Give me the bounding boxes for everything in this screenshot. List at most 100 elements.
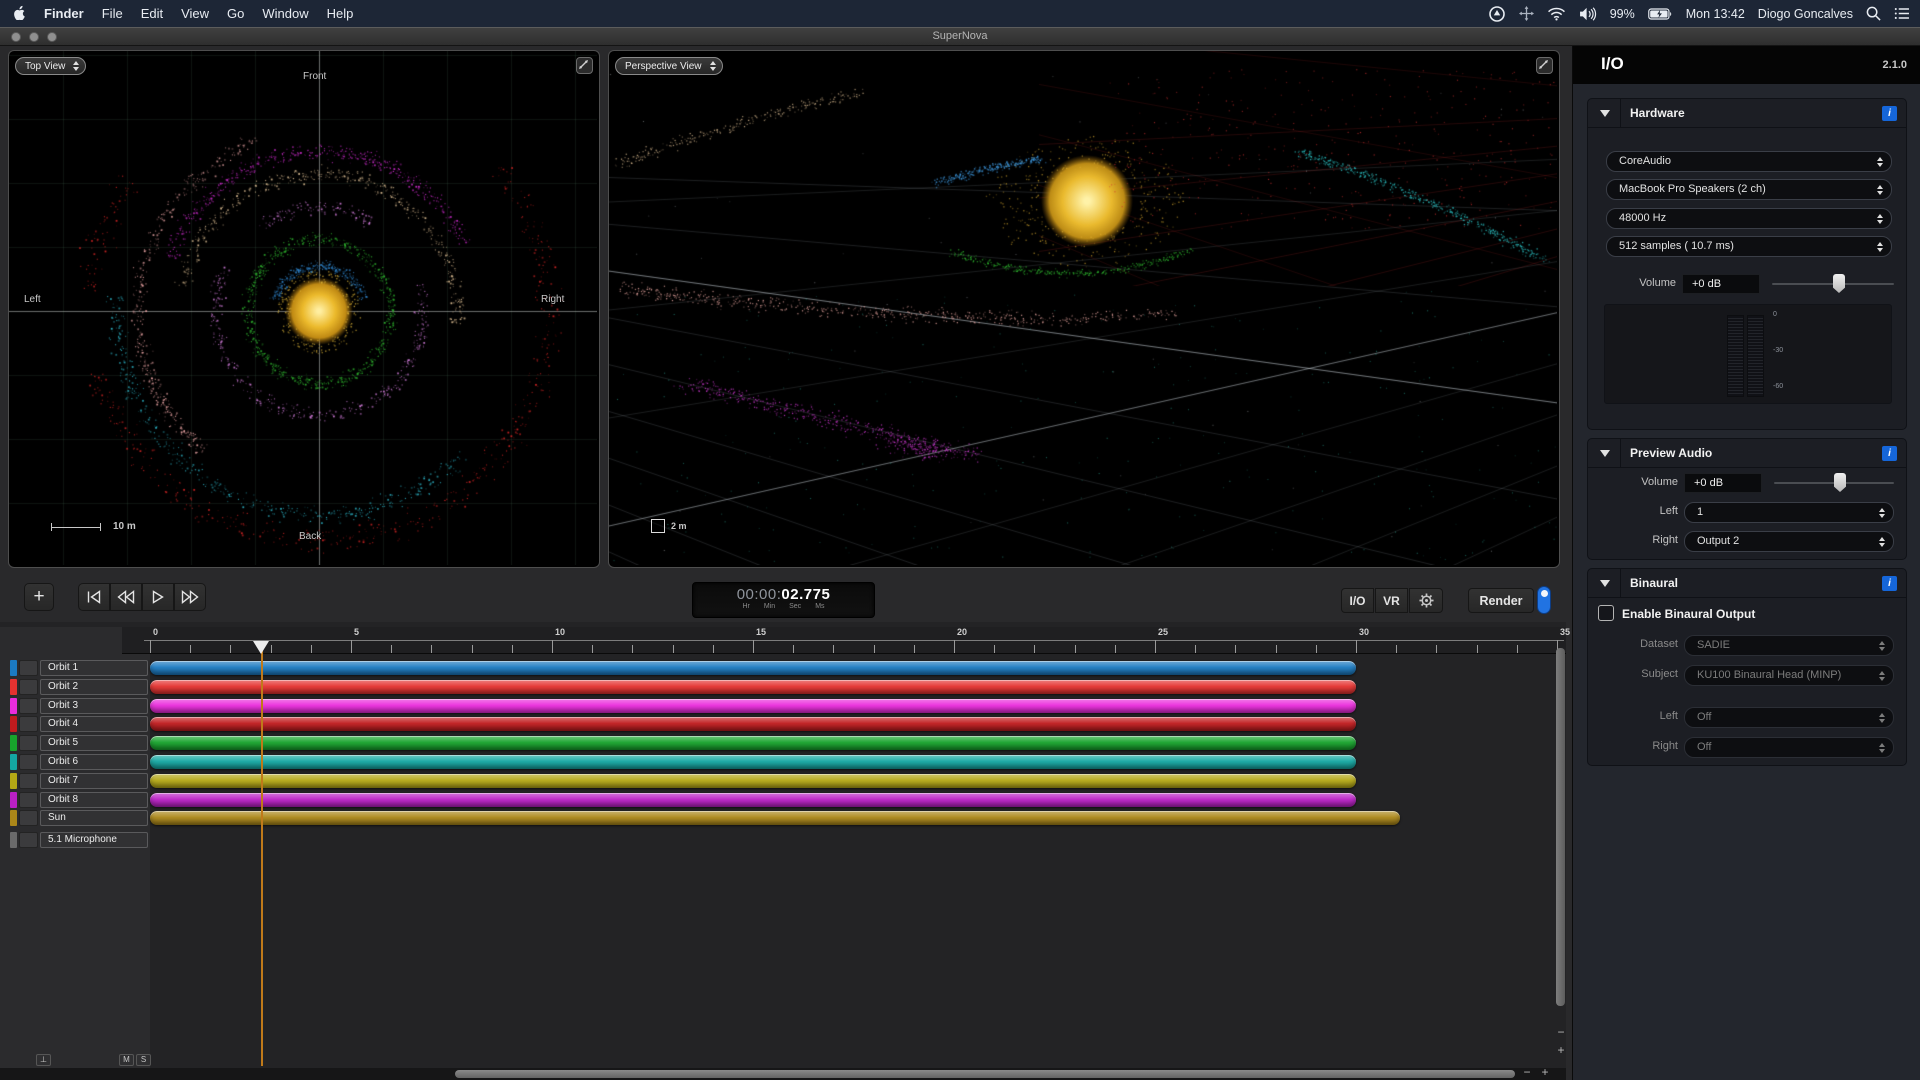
track-clip-bar[interactable] xyxy=(150,811,1400,825)
bn-right-select[interactable]: Off xyxy=(1684,737,1894,758)
top-view-mode-select[interactable]: Top View xyxy=(15,57,86,75)
binaural-section-header[interactable]: Binaural i xyxy=(1588,569,1906,598)
track-name[interactable]: Orbit 5 xyxy=(40,735,148,751)
track-clip-bar[interactable] xyxy=(150,793,1356,807)
skip-start-button[interactable] xyxy=(78,583,110,611)
menu-item-window[interactable]: Window xyxy=(253,6,317,21)
track-options-button[interactable] xyxy=(19,735,38,751)
fast-forward-button[interactable] xyxy=(174,583,206,611)
track-clip-bar[interactable] xyxy=(150,736,1356,750)
playhead-marker[interactable] xyxy=(253,641,269,654)
disclosure-triangle-icon[interactable] xyxy=(1600,110,1610,117)
expand-icon[interactable] xyxy=(1536,57,1553,74)
buffer-size-select[interactable]: 512 samples ( 10.7 ms) xyxy=(1606,236,1892,257)
track-name[interactable]: Orbit 7 xyxy=(40,773,148,789)
menu-item-go[interactable]: Go xyxy=(218,6,253,21)
track-options-button[interactable] xyxy=(19,810,38,826)
hw-volume-slider-thumb[interactable] xyxy=(1833,274,1845,293)
menu-user[interactable]: Diogo Goncalves xyxy=(1758,7,1853,21)
perspective-view-mode-select[interactable]: Perspective View xyxy=(615,57,723,75)
track-options-button[interactable] xyxy=(19,832,38,848)
io-panel-button[interactable]: I/O xyxy=(1341,588,1374,613)
zoom-in-horizontal-button[interactable]: + xyxy=(1538,1066,1552,1080)
top-viewport[interactable]: Top View Front Back Left Right 10 m xyxy=(8,50,600,568)
pv-volume-slider-thumb[interactable] xyxy=(1834,473,1846,492)
window-title-bar[interactable]: SuperNova xyxy=(0,27,1920,46)
menu-clock[interactable]: Mon 13:42 xyxy=(1686,7,1745,21)
perspective-view-canvas[interactable] xyxy=(609,51,1557,565)
track-name[interactable]: Orbit 3 xyxy=(40,698,148,714)
apple-menu[interactable] xyxy=(0,5,35,23)
dataset-select[interactable]: SADIE xyxy=(1684,635,1894,656)
vr-button[interactable]: VR xyxy=(1375,588,1408,613)
render-toggle[interactable] xyxy=(1537,586,1551,614)
settings-button[interactable] xyxy=(1409,588,1443,613)
track-name[interactable]: Sun xyxy=(40,810,148,826)
mute-button[interactable]: M xyxy=(119,1054,134,1066)
zoom-in-vertical-button[interactable]: + xyxy=(1554,1044,1568,1058)
menu-item-file[interactable]: File xyxy=(93,6,132,21)
horizontal-scrollbar-thumb[interactable] xyxy=(455,1070,1515,1078)
disclosure-triangle-icon[interactable] xyxy=(1600,580,1610,587)
time-display[interactable]: 00:00:02.775 HrMinSecMs xyxy=(692,582,875,618)
sample-rate-select[interactable]: 48000 Hz xyxy=(1606,208,1892,229)
volume-icon[interactable] xyxy=(1579,7,1597,21)
menu-item-edit[interactable]: Edit xyxy=(132,6,172,21)
perspective-viewport[interactable]: Perspective View 2 m xyxy=(608,50,1560,568)
wifi-icon[interactable] xyxy=(1547,7,1566,21)
bn-left-select[interactable]: Off xyxy=(1684,707,1894,728)
menu-item-finder[interactable]: Finder xyxy=(35,6,93,21)
track-clip-bar[interactable] xyxy=(150,755,1356,769)
pv-right-select[interactable]: Output 2 xyxy=(1684,531,1894,552)
enable-binaural-checkbox[interactable] xyxy=(1598,605,1614,621)
preview-audio-section-header[interactable]: Preview Audio i xyxy=(1588,439,1906,468)
track-options-button[interactable] xyxy=(19,773,38,789)
vertical-scrollbar[interactable] xyxy=(1556,648,1565,1006)
track-options-button[interactable] xyxy=(19,698,38,714)
rewind-button[interactable] xyxy=(110,583,142,611)
expand-icon[interactable] xyxy=(576,57,593,74)
track-options-button[interactable] xyxy=(19,716,38,732)
pv-volume-value[interactable]: +0 dB xyxy=(1684,473,1762,493)
track-clip-bar[interactable] xyxy=(150,661,1356,675)
hardware-section-header[interactable]: Hardware i xyxy=(1588,99,1906,128)
menu-item-view[interactable]: View xyxy=(172,6,218,21)
top-view-canvas[interactable] xyxy=(9,51,597,565)
grid-size-checkbox[interactable] xyxy=(651,519,665,533)
add-track-button[interactable]: + xyxy=(24,583,54,611)
import-audio-button[interactable]: ⊥ xyxy=(36,1054,51,1066)
track-clip-bar[interactable] xyxy=(150,717,1356,731)
track-options-button[interactable] xyxy=(19,679,38,695)
render-button[interactable]: Render xyxy=(1468,588,1534,613)
hw-volume-value[interactable]: +0 dB xyxy=(1682,274,1760,294)
track-name[interactable]: Orbit 8 xyxy=(40,792,148,808)
info-icon[interactable]: i xyxy=(1882,106,1897,121)
track-name[interactable]: 5.1 Microphone xyxy=(40,832,148,848)
subject-select[interactable]: KU100 Binaural Head (MINP) xyxy=(1684,665,1894,686)
track-name[interactable]: Orbit 2 xyxy=(40,679,148,695)
track-clip-bar[interactable] xyxy=(150,774,1356,788)
track-options-button[interactable] xyxy=(19,660,38,676)
timeline-ruler[interactable]: 05101520253035 xyxy=(122,627,1566,654)
info-icon[interactable]: i xyxy=(1882,446,1897,461)
control-center-icon[interactable] xyxy=(1894,7,1910,20)
track-name[interactable]: Orbit 4 xyxy=(40,716,148,732)
device-select[interactable]: MacBook Pro Speakers (2 ch) xyxy=(1606,179,1892,200)
track-options-button[interactable] xyxy=(19,792,38,808)
zoom-out-horizontal-button[interactable]: − xyxy=(1520,1066,1534,1080)
zoom-out-vertical-button[interactable]: − xyxy=(1554,1026,1568,1040)
track-clip-bar[interactable] xyxy=(150,699,1356,713)
disclosure-triangle-icon[interactable] xyxy=(1600,450,1610,457)
play-button[interactable] xyxy=(142,583,174,611)
driver-select[interactable]: CoreAudio xyxy=(1606,151,1892,172)
time-machine-icon[interactable] xyxy=(1488,5,1506,23)
horizontal-scrollbar-track[interactable]: − + xyxy=(0,1068,1566,1080)
track-clip-bar[interactable] xyxy=(150,680,1356,694)
track-options-button[interactable] xyxy=(19,754,38,770)
menu-item-help[interactable]: Help xyxy=(318,6,363,21)
pv-left-select[interactable]: 1 xyxy=(1684,502,1894,523)
display-arrange-icon[interactable] xyxy=(1519,6,1534,21)
search-icon[interactable] xyxy=(1866,6,1881,21)
info-icon[interactable]: i xyxy=(1882,576,1897,591)
solo-button[interactable]: S xyxy=(136,1054,151,1066)
